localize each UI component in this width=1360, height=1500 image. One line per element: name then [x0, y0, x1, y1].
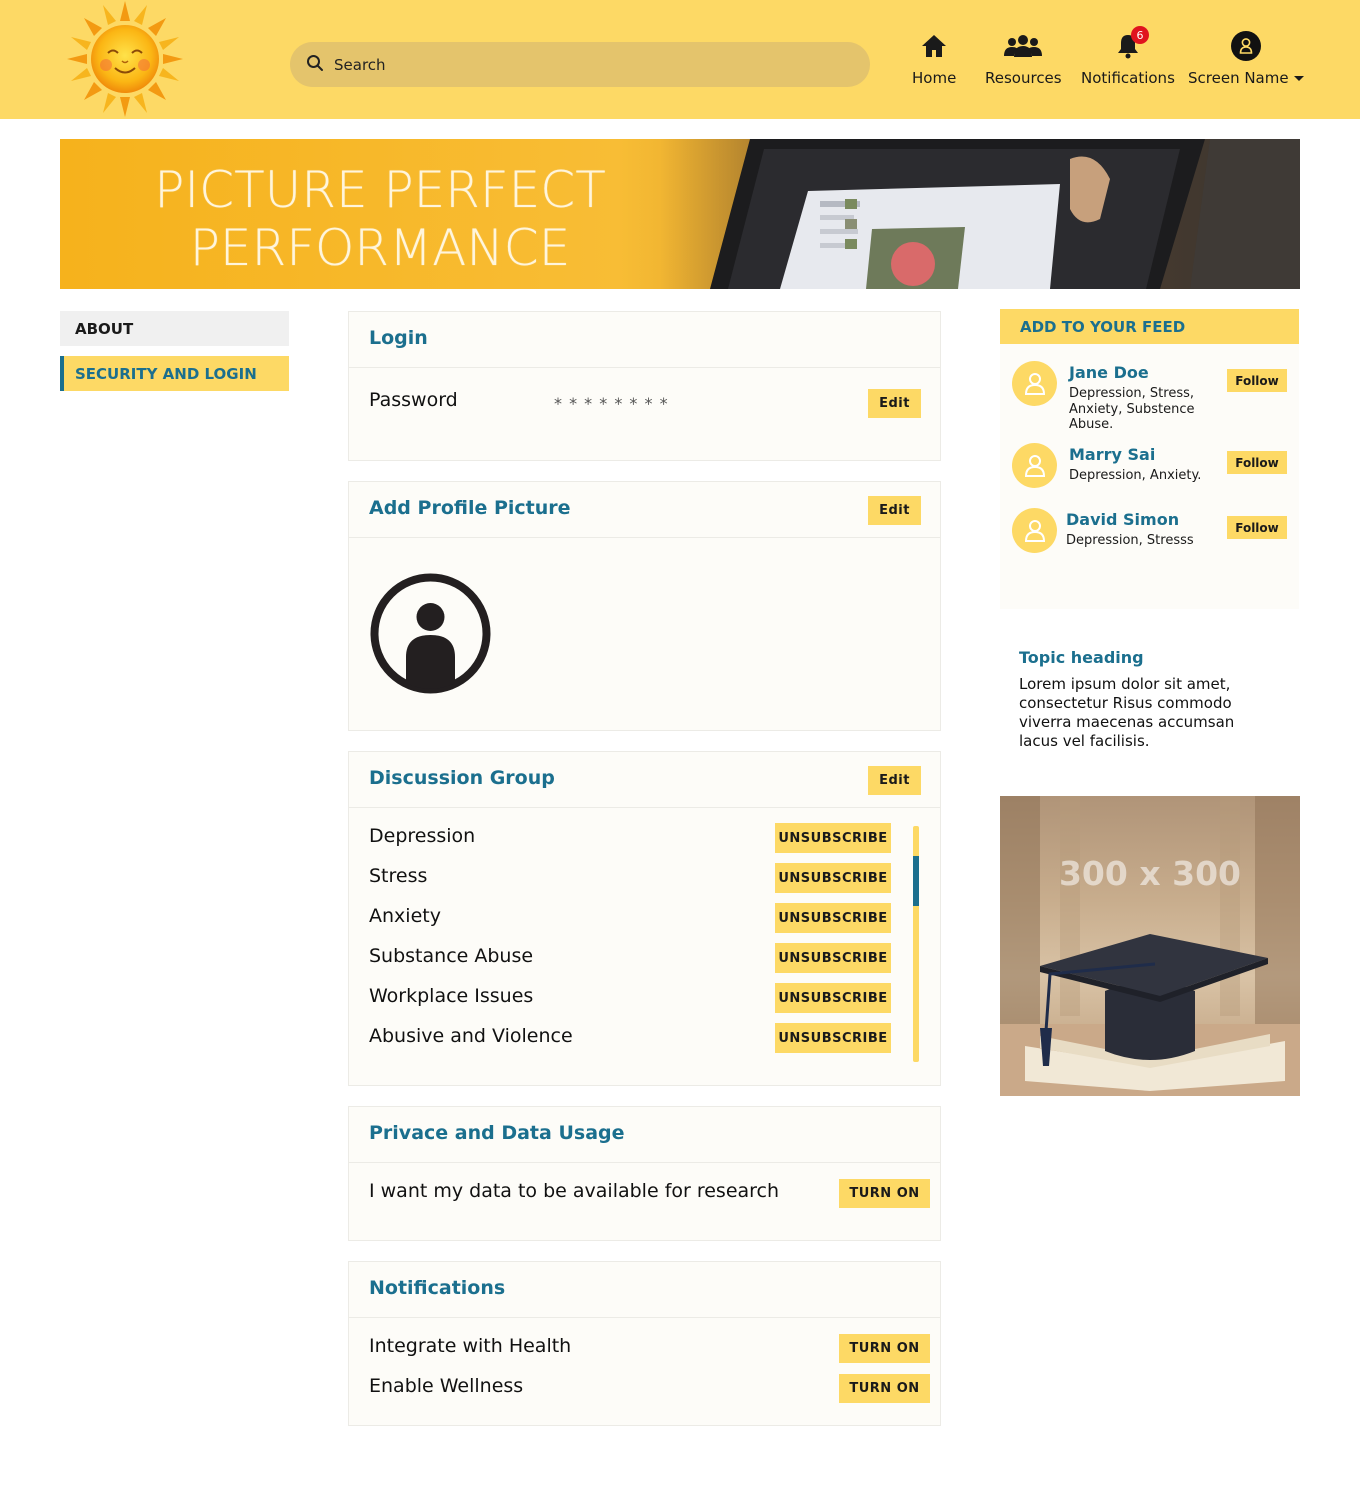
graduation-cap-icon	[1000, 796, 1300, 1096]
default-avatar-icon[interactable]	[370, 573, 491, 694]
banner-title: PICTURE PERFECT PERFORMANCE	[120, 161, 640, 277]
login-title: Login	[369, 327, 428, 349]
group-name-workplace-issues: Workplace Issues	[369, 985, 534, 1007]
search-icon	[306, 54, 324, 76]
login-card-header: Login	[349, 312, 940, 368]
login-card: Login Password * * * * * * * * Edit	[348, 311, 941, 461]
discussion-group-card: Discussion Group Edit Depression UNSUBSC…	[348, 751, 941, 1086]
topic-body: Lorem ipsum dolor sit amet, consectetur …	[1019, 675, 1235, 750]
edit-profile-picture-button[interactable]: Edit	[868, 496, 921, 525]
feed-heading: ADD TO YOUR FEED	[1000, 309, 1299, 344]
group-name-anxiety: Anxiety	[369, 905, 441, 927]
scrollbar-thumb[interactable]	[913, 856, 919, 906]
nav-screen-name-menu[interactable]: Screen Name	[1188, 30, 1304, 87]
notifications-card-header: Notifications	[349, 1262, 940, 1318]
top-bar: Search Home Resources 6 Notifications Sc…	[0, 0, 1360, 119]
nav-resources-label: Resources	[985, 69, 1062, 87]
feed-person-topics: Depression, Anxiety.	[1069, 468, 1202, 483]
banner-title-line-1: PICTURE PERFECT	[154, 161, 606, 219]
group-name-substance-abuse: Substance Abuse	[369, 945, 534, 967]
group-name-stress: Stress	[369, 865, 428, 887]
notification-count-badge: 6	[1130, 26, 1149, 44]
unsubscribe-workplace-issues-button[interactable]: UNSUBSCRIBE	[775, 983, 891, 1013]
discussion-group-card-header: Discussion Group Edit	[349, 752, 940, 808]
ad-image[interactable]: 300 x 300	[1000, 796, 1300, 1096]
bell-icon: 6	[1116, 26, 1149, 62]
integrate-health-turn-on-button[interactable]: TURN ON	[839, 1334, 930, 1363]
unsubscribe-depression-button[interactable]: UNSUBSCRIBE	[775, 823, 891, 853]
home-icon	[921, 30, 947, 62]
discussion-group-title: Discussion Group	[369, 767, 555, 789]
research-data-turn-on-button[interactable]: TURN ON	[839, 1179, 930, 1208]
password-mask: * * * * * * * *	[554, 394, 669, 413]
follow-jane-doe-button[interactable]: Follow	[1227, 369, 1287, 392]
nav-home[interactable]: Home	[912, 30, 956, 87]
feed-person-name[interactable]: Jane Doe	[1069, 363, 1149, 382]
notifications-title: Notifications	[369, 1277, 506, 1299]
user-avatar-icon[interactable]	[1012, 361, 1057, 406]
password-label: Password	[369, 389, 458, 411]
unsubscribe-stress-button[interactable]: UNSUBSCRIBE	[775, 863, 891, 893]
group-name-abusive-and-violence: Abusive and Violence	[369, 1025, 573, 1047]
edit-discussion-group-button[interactable]: Edit	[868, 766, 921, 795]
nav-notifications[interactable]: 6 Notifications	[1081, 26, 1175, 87]
research-data-label: I want my data to be available for resea…	[369, 1180, 780, 1202]
enable-wellness-turn-on-button[interactable]: TURN ON	[839, 1374, 930, 1403]
nav-notifications-label: Notifications	[1081, 69, 1175, 87]
feed-person-name[interactable]: David Simon	[1066, 510, 1179, 529]
sun-logo[interactable]	[62, 0, 188, 119]
ad-size-label: 300 x 300	[1058, 854, 1242, 893]
feed-person-topics: Depression, Stress, Anxiety, Substence A…	[1069, 386, 1195, 432]
add-to-feed-panel: ADD TO YOUR FEED Jane Doe Depression, St…	[1000, 309, 1299, 609]
nav-home-label: Home	[912, 69, 957, 87]
enable-wellness-label: Enable Wellness	[369, 1375, 524, 1397]
feed-person-topics: Depression, Stresss	[1066, 533, 1194, 548]
privacy-card-header: Privace and Data Usage	[349, 1107, 940, 1163]
user-avatar-icon	[1230, 30, 1262, 62]
screen-name-label: Screen Name	[1188, 69, 1289, 87]
profile-picture-card-header: Add Profile Picture Edit	[349, 482, 940, 538]
integrate-health-label: Integrate with Health	[369, 1335, 572, 1357]
hero-banner: PICTURE PERFECT PERFORMANCE	[60, 139, 1300, 289]
search-placeholder: Search	[334, 55, 386, 74]
user-avatar-icon[interactable]	[1012, 508, 1057, 553]
nav-resources[interactable]: Resources	[985, 30, 1062, 87]
profile-picture-title: Add Profile Picture	[369, 497, 571, 519]
unsubscribe-substance-abuse-button[interactable]: UNSUBSCRIBE	[775, 943, 891, 973]
edit-password-button[interactable]: Edit	[868, 389, 921, 418]
sidebar-item-security-and-login[interactable]: SECURITY AND LOGIN	[60, 356, 289, 391]
follow-david-simon-button[interactable]: Follow	[1227, 516, 1287, 539]
sidebar-item-about[interactable]: ABOUT	[60, 311, 289, 346]
follow-marry-sai-button[interactable]: Follow	[1227, 451, 1287, 474]
user-avatar-icon[interactable]	[1012, 443, 1057, 488]
search-input[interactable]: Search	[290, 42, 870, 87]
unsubscribe-anxiety-button[interactable]: UNSUBSCRIBE	[775, 903, 891, 933]
privacy-title: Privace and Data Usage	[369, 1122, 625, 1144]
topic-heading[interactable]: Topic heading	[1019, 648, 1144, 667]
profile-picture-card: Add Profile Picture Edit	[348, 481, 941, 731]
unsubscribe-abusive-and-violence-button[interactable]: UNSUBSCRIBE	[775, 1023, 891, 1053]
notifications-card: Notifications Integrate with Health TURN…	[348, 1261, 941, 1426]
banner-title-line-2: PERFORMANCE	[189, 219, 571, 277]
chevron-down-icon	[1293, 76, 1304, 81]
group-name-depression: Depression	[369, 825, 476, 847]
feed-person-name[interactable]: Marry Sai	[1069, 445, 1155, 464]
people-group-icon	[1003, 30, 1043, 62]
privacy-card: Privace and Data Usage I want my data to…	[348, 1106, 941, 1241]
